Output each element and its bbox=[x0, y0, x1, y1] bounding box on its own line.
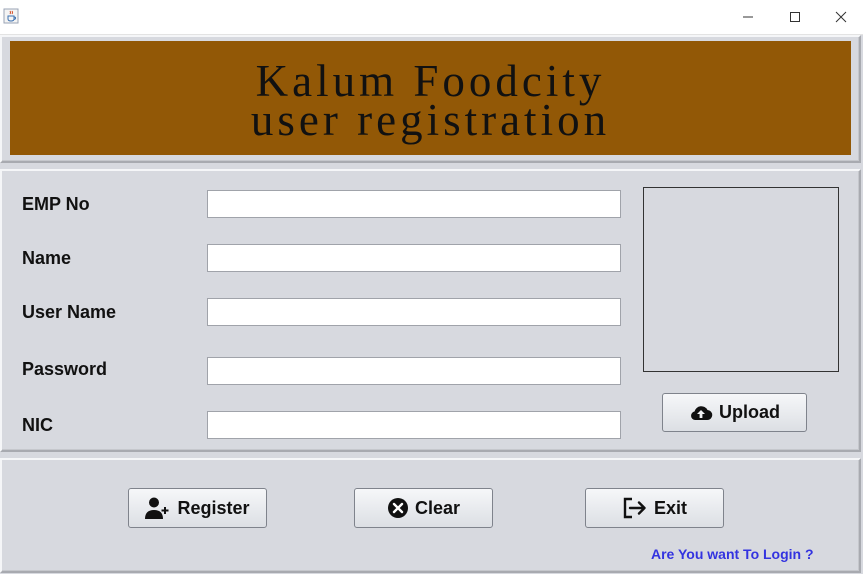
banner: Kalum Foodcity user registration bbox=[10, 41, 851, 155]
banner-panel: Kalum Foodcity user registration bbox=[0, 35, 861, 163]
actions-panel: Register Clear Exit Are You want To Logi… bbox=[0, 458, 861, 573]
user-name-label: User Name bbox=[22, 302, 117, 322]
nic-label: NIC bbox=[22, 415, 53, 435]
name-field[interactable] bbox=[207, 244, 621, 272]
banner-subtitle: user registration bbox=[250, 95, 611, 145]
window-titlebar bbox=[0, 0, 863, 35]
exit-button[interactable]: Exit bbox=[585, 488, 724, 528]
register-button[interactable]: Register bbox=[128, 488, 267, 528]
register-label: Register bbox=[177, 497, 250, 518]
login-link[interactable]: Are You want To Login ? bbox=[651, 546, 814, 562]
minimize-button[interactable] bbox=[733, 6, 763, 28]
nic-field[interactable] bbox=[207, 411, 621, 439]
user-name-field[interactable] bbox=[207, 298, 621, 326]
minimize-icon bbox=[743, 16, 753, 18]
close-circle-icon bbox=[387, 497, 409, 519]
registration-form-panel: EMP No Name User Name Password NIC Uploa… bbox=[0, 169, 861, 452]
close-button[interactable] bbox=[826, 6, 856, 28]
clear-label: Clear bbox=[414, 497, 461, 518]
photo-preview bbox=[643, 187, 839, 372]
cloud-upload-icon bbox=[689, 404, 713, 422]
add-user-icon bbox=[145, 496, 171, 520]
emp-no-field[interactable] bbox=[207, 190, 621, 218]
sign-out-icon bbox=[622, 497, 648, 519]
maximize-icon bbox=[790, 12, 800, 22]
maximize-button[interactable] bbox=[780, 6, 810, 28]
java-cup-icon bbox=[3, 8, 19, 24]
exit-label: Exit bbox=[653, 497, 687, 518]
password-field[interactable] bbox=[207, 357, 621, 385]
upload-button[interactable]: Upload bbox=[662, 393, 807, 432]
emp-no-label: EMP No bbox=[22, 194, 90, 214]
name-label: Name bbox=[22, 248, 72, 268]
password-label: Password bbox=[22, 359, 108, 379]
clear-button[interactable]: Clear bbox=[354, 488, 493, 528]
upload-label: Upload bbox=[719, 402, 780, 422]
close-icon bbox=[835, 11, 847, 23]
